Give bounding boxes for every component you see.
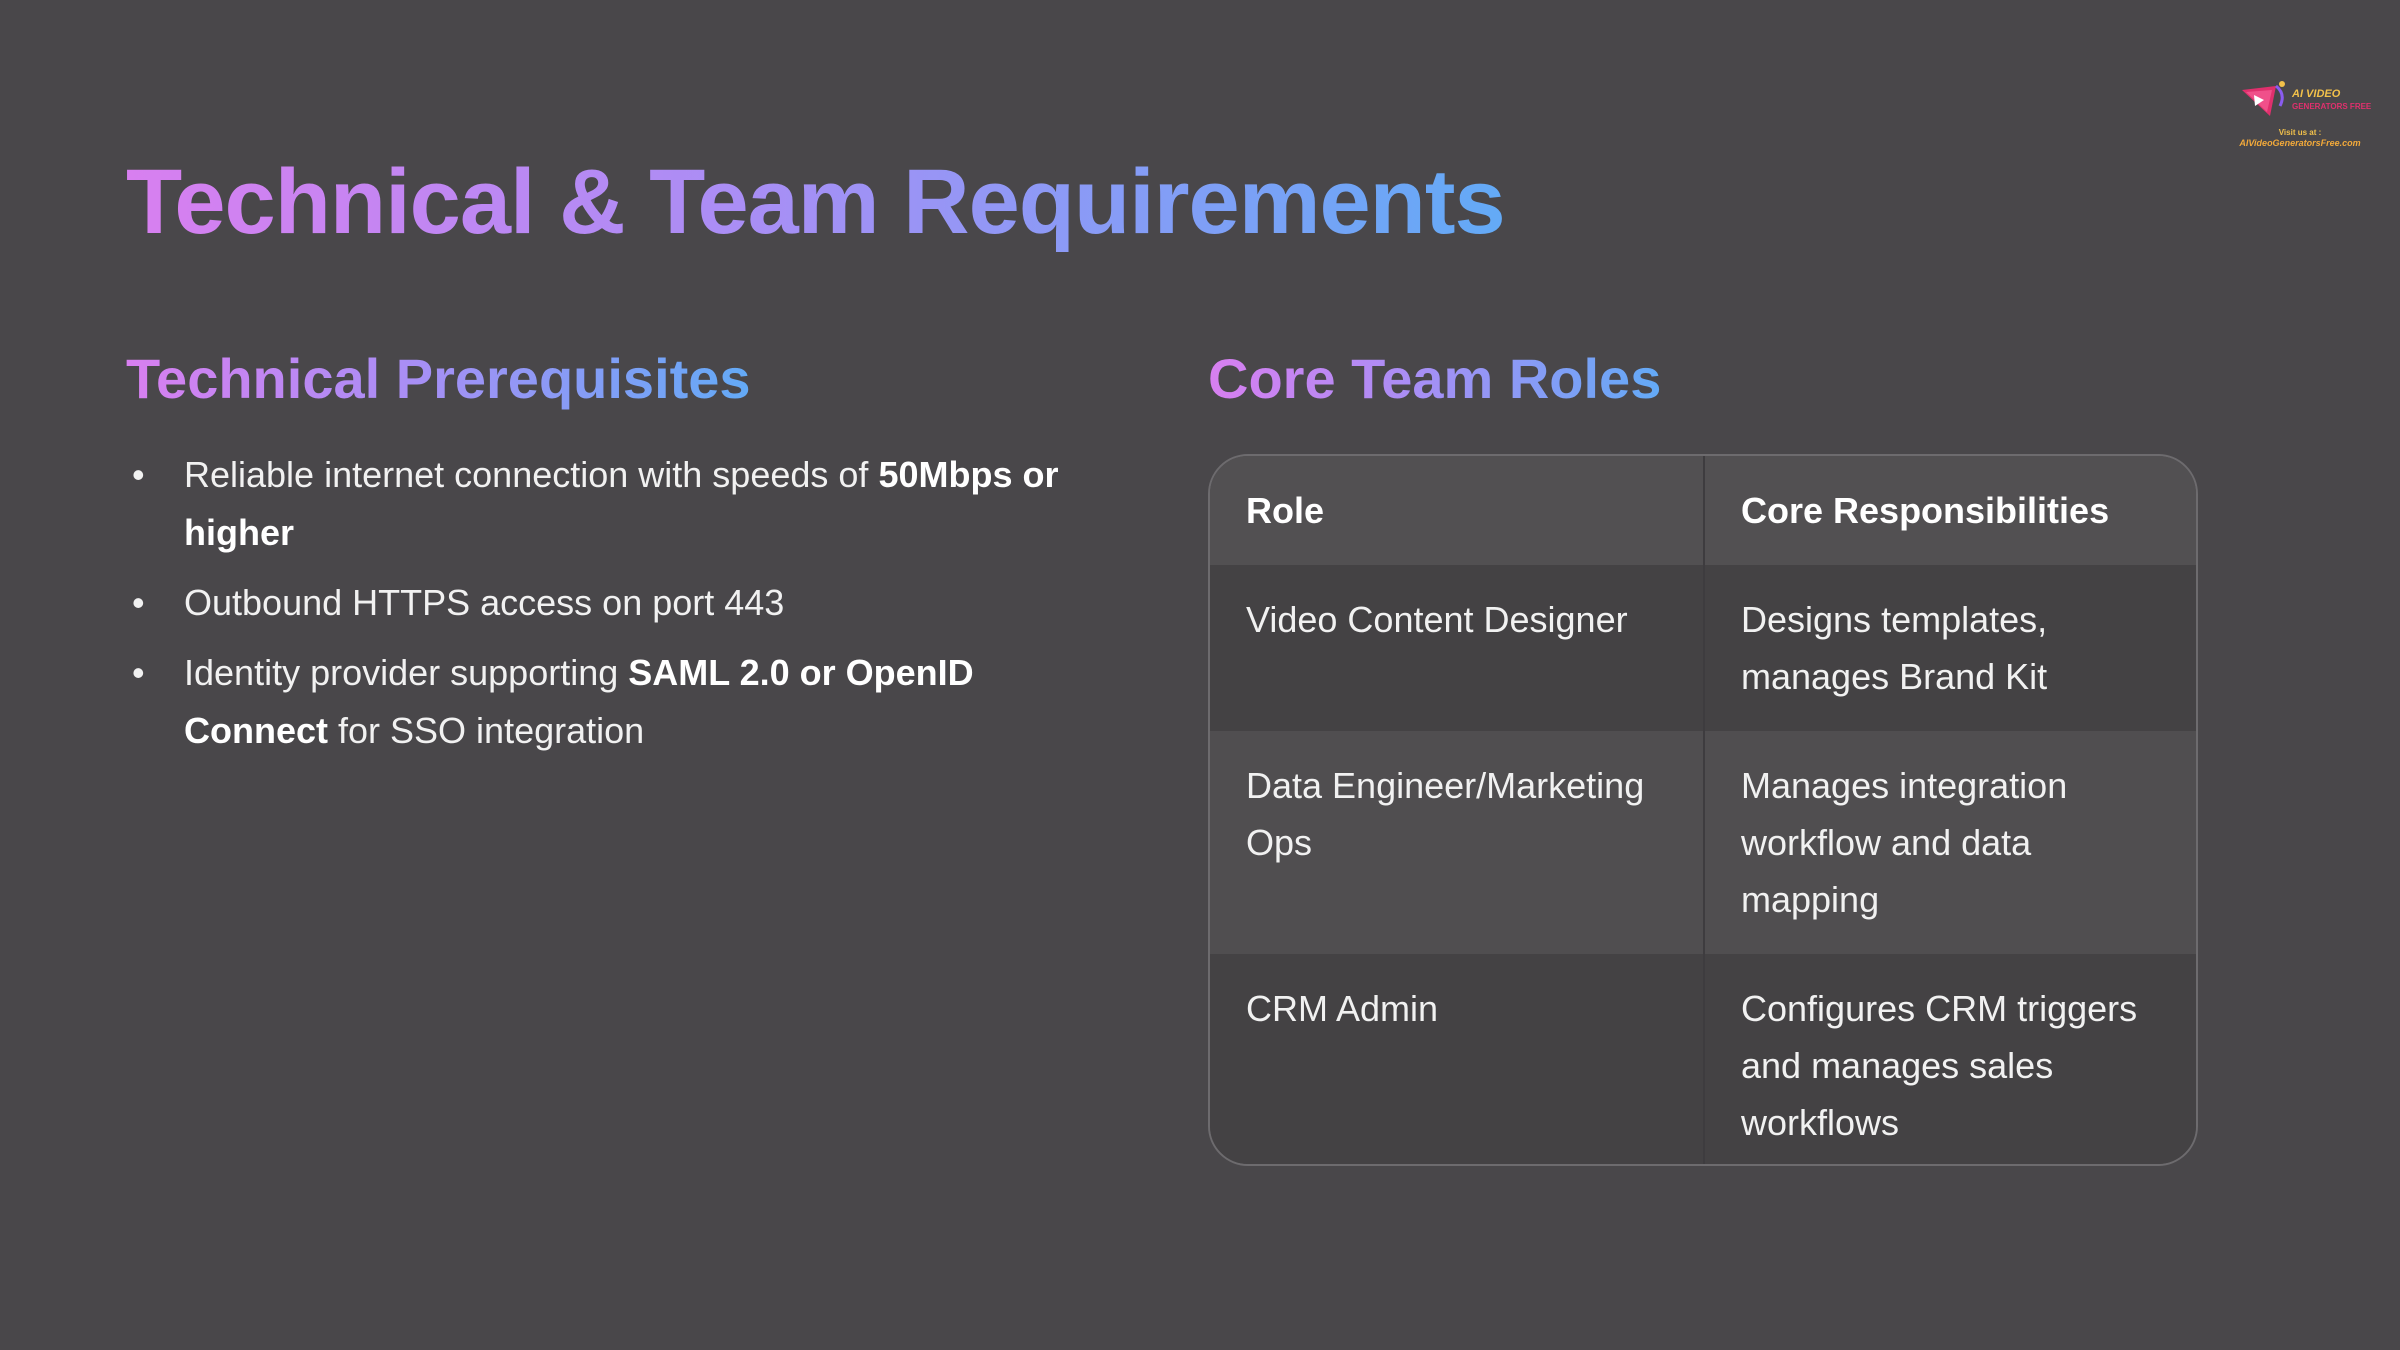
responsibility-cell: Designs templates, manages Brand Kit [1703,565,2196,731]
logo-url-link[interactable]: AIVideoGeneratorsFree.com [2230,138,2370,148]
bullet-icon: • [132,582,145,623]
logo-visit-text: Visit us at : [2278,128,2322,137]
table-row: CRM Admin Configures CRM triggers and ma… [1210,954,2196,1164]
prerequisite-item: • Outbound HTTPS access on port 443 [126,574,1116,632]
prerequisite-item: • Reliable internet connection with spee… [126,446,1116,562]
column-header-responsibilities: Core Responsibilities [1703,456,2196,565]
prerequisite-text: Reliable internet connection with speeds… [184,454,879,495]
prerequisite-text: Identity provider supporting [184,652,629,693]
roles-table-container: Role Core Responsibilities Video Content… [1208,454,2198,1166]
role-cell: CRM Admin [1210,954,1704,1164]
bullet-icon: • [132,652,145,693]
responsibility-cell: Configures CRM triggers and manages sale… [1703,954,2196,1164]
role-cell: Data Engineer/Marketing Ops [1210,731,1704,954]
bullet-icon: • [132,454,145,495]
table-row: Data Engineer/Marketing Ops Manages inte… [1210,731,2196,954]
video-play-logo-icon [2242,81,2285,116]
page-title: Technical & Team Requirements [126,142,1506,262]
table-header-row: Role Core Responsibilities [1210,456,2196,565]
logo-name: AI VIDEO [2292,88,2341,100]
role-cell: Video Content Designer [1210,565,1704,731]
logo-subtitle: GENERATORS FREE [2292,102,2372,111]
table-row: Video Content Designer Designs templates… [1210,565,2196,731]
prerequisite-item: • Identity provider supporting SAML 2.0 … [126,644,1116,760]
column-header-role: Role [1210,456,1704,565]
prerequisite-after: for SSO integration [328,710,645,751]
core-team-roles-heading: Core Team Roles [1208,344,1661,414]
technical-prerequisites-heading: Technical Prerequisites [126,344,751,414]
prerequisites-list: • Reliable internet connection with spee… [126,446,1116,772]
responsibility-cell: Manages integration workflow and data ma… [1703,731,2196,954]
prerequisite-text: Outbound HTTPS access on port 443 [184,582,785,623]
brand-logo[interactable]: AI VIDEO GENERATORS FREE Visit us at : A… [2230,74,2372,154]
roles-table: Role Core Responsibilities Video Content… [1210,456,2196,1164]
